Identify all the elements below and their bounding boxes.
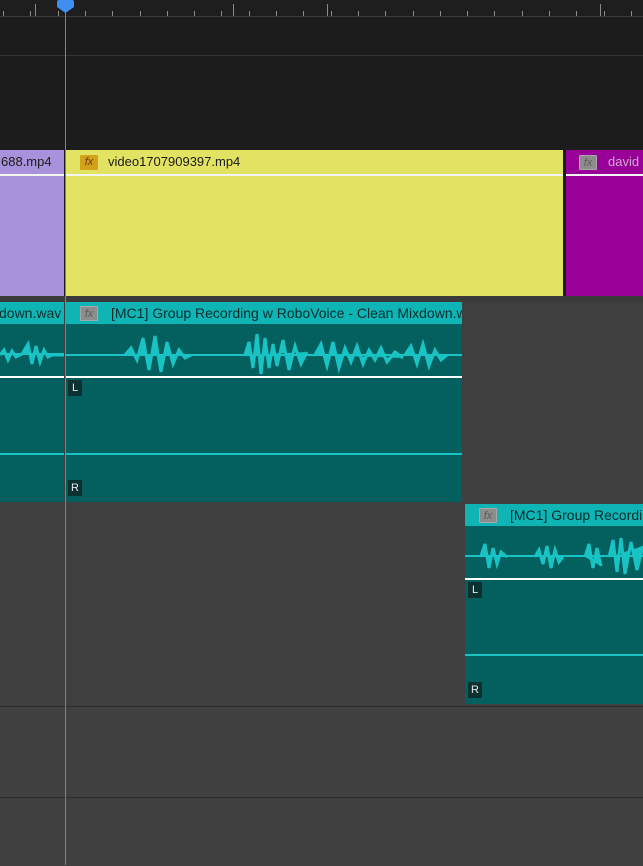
ruler-tick [303, 11, 304, 16]
ruler-tick [576, 11, 577, 16]
video-clip-next[interactable]: fx david [566, 150, 643, 296]
ruler-tick [112, 11, 113, 16]
ruler-tick [221, 11, 222, 16]
video-clip-prev-header: 688.mp4 [0, 150, 64, 176]
waveform-icon [0, 339, 64, 368]
ruler-tick [522, 11, 523, 16]
fx-icon[interactable]: fx [80, 155, 98, 170]
video-track-2 [0, 56, 643, 150]
ruler-tick [85, 11, 86, 16]
ruler-tick [331, 11, 332, 16]
ruler-tick [631, 11, 632, 16]
ruler-tick [249, 11, 250, 16]
audio-clip-lower-header: fx [MC1] Group Recording w RoboVoice - C… [465, 504, 643, 526]
ruler-tick [140, 11, 141, 16]
audio-clip-prev-label: down.wav [0, 305, 62, 321]
ruler-tick [604, 11, 605, 16]
ruler-tick [30, 11, 31, 16]
audio-track-1: down.wav fx [MC1] Group Recording w Robo… [0, 302, 643, 503]
left-channel-label: L [468, 582, 482, 598]
waveform-icon [479, 537, 643, 575]
video-clip-next-label: david [608, 154, 640, 169]
right-channel-label: R [68, 480, 82, 496]
ruler-tick [467, 11, 468, 16]
ruler-tick [385, 11, 386, 16]
ruler-major-tick [35, 4, 36, 16]
audio-track-4 [0, 797, 643, 866]
fx-icon[interactable]: fx [479, 508, 497, 523]
ruler-tick [549, 11, 550, 16]
fx-icon[interactable]: fx [579, 155, 597, 170]
ruler-major-tick [233, 4, 234, 16]
waveform-left [65, 324, 462, 376]
audio-track-2: fx [MC1] Group Recording w RoboVoice - C… [0, 503, 643, 706]
ruler-major-tick [327, 4, 328, 16]
ruler-tick [494, 11, 495, 16]
ruler-tick [413, 11, 414, 16]
left-channel-label: L [68, 380, 82, 396]
waveform-left [0, 324, 64, 376]
video-clip-prev-label: 688.mp4 [1, 154, 52, 169]
playhead-handle-icon[interactable] [57, 0, 74, 13]
audio-clip-prev[interactable]: down.wav [0, 302, 64, 502]
ruler-tick [194, 11, 195, 16]
audio-clip-main-label: [MC1] Group Recording w RoboVoice - Clea… [111, 305, 462, 321]
ruler-tick [358, 11, 359, 16]
video-clip-main[interactable]: fx video1707909397.mp4 [65, 150, 563, 296]
video-clip-main-label: video1707909397.mp4 [108, 154, 241, 169]
video-clip-prev[interactable]: 688.mp4 [0, 150, 64, 296]
fx-icon[interactable]: fx [80, 306, 98, 321]
playhead-line[interactable] [65, 8, 66, 865]
waveform-left [465, 526, 643, 578]
ruler-major-tick [600, 4, 601, 16]
video-track-3 [0, 17, 643, 56]
audio-clip-main-header: fx [MC1] Group Recording w RoboVoice - C… [65, 302, 462, 324]
ruler-tick [3, 11, 4, 16]
ruler-tick [440, 11, 441, 16]
waveform-icon [123, 333, 448, 375]
ruler-tick [167, 11, 168, 16]
video-clip-main-header: fx video1707909397.mp4 [65, 150, 563, 176]
audio-clip-lower-label: [MC1] Group Recording w RoboVoice - Clea… [510, 507, 643, 523]
audio-clip-main[interactable]: fx [MC1] Group Recording w RoboVoice - C… [65, 302, 462, 502]
ruler-tick [276, 11, 277, 16]
time-ruler[interactable] [0, 0, 643, 17]
video-track-1: 688.mp4 fx video1707909397.mp4 fx david [0, 150, 643, 296]
audio-clip-lower[interactable]: fx [MC1] Group Recording w RoboVoice - C… [465, 504, 643, 704]
video-clip-next-header: fx david [566, 150, 643, 176]
audio-track-3 [0, 706, 643, 798]
audio-clip-prev-header: down.wav [0, 302, 64, 324]
right-channel-label: R [468, 682, 482, 698]
